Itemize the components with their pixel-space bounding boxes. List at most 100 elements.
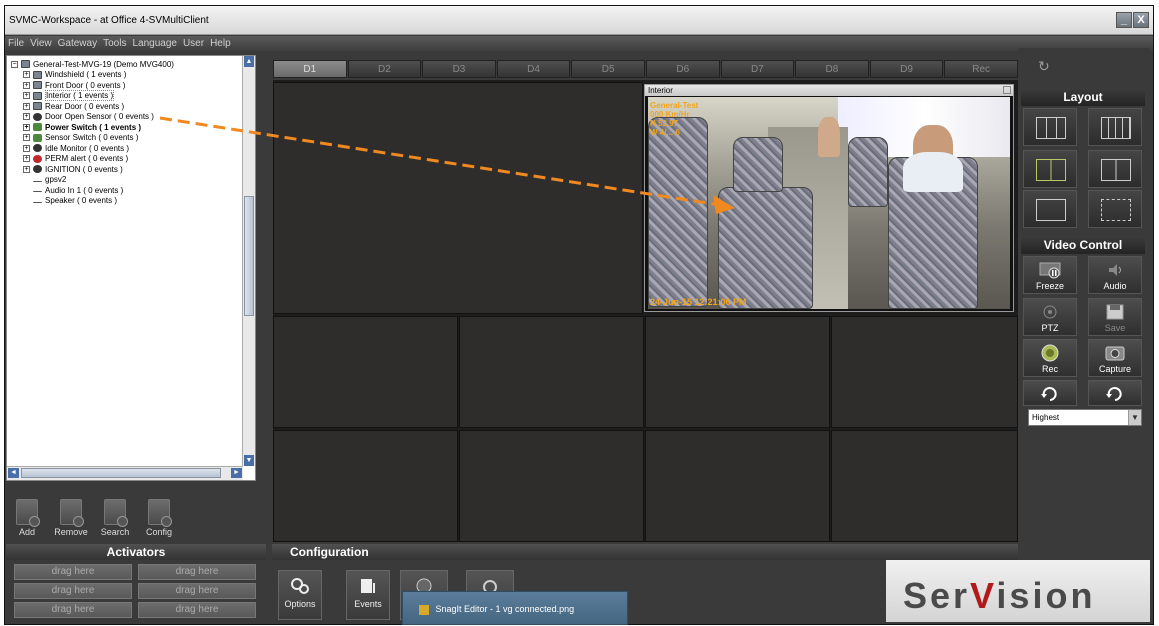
tree-item-windshield[interactable]: + Windshield ( 1 events ) [23,70,243,81]
video-cell[interactable] [459,430,644,542]
tree-item-sensor-switch[interactable]: + Sensor Switch ( 0 events ) [23,133,243,144]
rotate-left-button[interactable] [1023,380,1077,406]
menu-view[interactable]: View [30,36,52,51]
snagit-taskbar-popup[interactable]: SnagIt Editor - 1 vg connected.png [402,591,628,625]
tree-item-gpsv2[interactable]: gpsv2 [33,175,243,186]
layout-single-button[interactable] [1023,190,1077,228]
tree-horizontal-scrollbar[interactable]: ◄ ► [7,466,243,480]
tree-item-door-open-sensor[interactable]: + Door Open Sensor ( 0 events ) [23,112,243,123]
expand-icon[interactable]: + [23,113,30,121]
scroll-down-icon[interactable]: ▼ [244,455,254,466]
activator-slot[interactable]: drag here [138,564,256,580]
layout-4x4-button[interactable] [1088,108,1142,146]
expand-icon[interactable]: + [23,71,30,79]
collapse-icon[interactable]: − [11,60,18,68]
tree-item-perm-alert[interactable]: + PERM alert ( 0 events ) [23,154,243,165]
tree-item-rear-door[interactable]: + Rear Door ( 0 events ) [23,101,243,112]
tree-item-front-door[interactable]: + Front Door ( 0 events ) [23,80,243,91]
menu-gateway[interactable]: Gateway [58,36,97,51]
quality-select[interactable]: Highest ▼ [1028,409,1142,426]
scroll-right-icon[interactable]: ► [231,468,242,478]
expand-icon[interactable]: + [23,102,30,110]
expand-icon[interactable]: + [23,92,30,100]
tab-d2[interactable]: D2 [347,60,422,78]
video-cell[interactable] [273,316,458,428]
video-title-bar: Interior [645,85,1013,96]
rotate-right-button[interactable] [1088,380,1142,406]
video-cell[interactable] [645,316,830,428]
remove-button[interactable]: Remove [50,493,92,537]
chevron-down-icon[interactable]: ▼ [1128,410,1141,425]
tab-d4[interactable]: D4 [496,60,571,78]
tab-d9[interactable]: D9 [869,60,944,78]
capture-button[interactable]: Capture [1088,339,1142,377]
video-cell[interactable] [273,430,458,542]
activator-slot[interactable]: drag here [138,602,256,618]
menu-language[interactable]: Language [132,36,177,51]
expand-icon[interactable]: + [23,155,30,163]
expand-icon[interactable]: + [23,165,30,173]
menu-user[interactable]: User [183,36,204,51]
video-cell[interactable] [273,82,643,314]
activator-slot[interactable]: drag here [14,583,132,599]
tab-d6[interactable]: D6 [645,60,720,78]
save-button[interactable]: Save [1088,298,1142,336]
events-label: Events [354,599,382,609]
scroll-left-icon[interactable]: ◄ [8,468,19,478]
freeze-label: Freeze [1035,281,1064,291]
events-button[interactable]: Events [346,570,390,620]
tree-root[interactable]: − General-Test-MVG-19 (Demo MVG400) [11,59,243,70]
tab-d3[interactable]: D3 [422,60,496,78]
freeze-button[interactable]: Freeze [1023,256,1077,294]
scroll-thumb[interactable] [21,468,221,478]
expand-icon[interactable]: + [23,123,30,131]
audio-button[interactable]: Audio [1088,256,1142,294]
tree-item-power-switch[interactable]: + Power Switch ( 1 events ) [23,122,243,133]
video-close-icon[interactable] [1003,86,1011,94]
tree-item-ignition[interactable]: + IGNITION ( 0 events ) [23,164,243,175]
menu-tools[interactable]: Tools [103,36,126,51]
scroll-thumb[interactable] [244,196,254,316]
tab-d7[interactable]: D7 [720,60,795,78]
activator-slot[interactable]: drag here [14,564,132,580]
tab-d5[interactable]: D5 [571,60,645,78]
search-button[interactable]: Search [94,493,136,537]
expand-icon[interactable]: + [23,134,30,142]
layout-1x2-button[interactable] [1088,150,1142,188]
tree-vertical-scrollbar[interactable]: ▲ ▼ [242,56,255,466]
minimize-button[interactable]: _ [1116,12,1132,28]
config-button[interactable]: Config [138,493,180,537]
tree-item-interior[interactable]: + Interior ( 1 events ) [23,90,243,102]
video-cell[interactable] [831,316,1018,428]
video-cell[interactable] [831,430,1018,542]
interior-video-panel[interactable]: Interior General-Test 000 Km/Hr N 52.97 … [644,84,1014,312]
sensor-icon [33,144,42,153]
rec-button[interactable]: Rec [1023,339,1077,377]
snagit-icon [419,604,429,615]
expand-icon[interactable]: + [23,144,30,152]
save-label: Save [1104,323,1126,333]
tree-item-speaker[interactable]: Speaker ( 0 events ) [33,196,243,207]
video-cell[interactable] [645,430,830,542]
camera-icon [33,102,42,111]
menu-help[interactable]: Help [210,36,231,51]
tab-rec[interactable]: Rec [944,60,1018,78]
tab-d1[interactable]: D1 [273,60,347,78]
video-cell[interactable] [459,316,644,428]
tree-item-audio-in[interactable]: Audio In 1 ( 0 events ) [33,185,243,196]
layout-3x3-button[interactable] [1023,108,1077,146]
menu-file[interactable]: File [8,36,24,51]
layout-2x2-button[interactable] [1023,150,1077,188]
add-button[interactable]: Add [6,493,48,537]
options-button[interactable]: Options [278,570,322,620]
expand-icon[interactable]: + [23,81,30,89]
scroll-up-icon[interactable]: ▲ [244,56,254,67]
refresh-icon[interactable]: ↻ [1038,58,1050,75]
activator-slot[interactable]: drag here [14,602,132,618]
close-button[interactable]: X [1133,12,1149,28]
tab-d8[interactable]: D8 [795,60,869,78]
activator-slot[interactable]: drag here [138,583,256,599]
fullscreen-button[interactable] [1088,190,1142,228]
tree-item-idle-monitor[interactable]: + Idle Monitor ( 0 events ) [23,143,243,154]
ptz-button[interactable]: PTZ [1023,298,1077,336]
